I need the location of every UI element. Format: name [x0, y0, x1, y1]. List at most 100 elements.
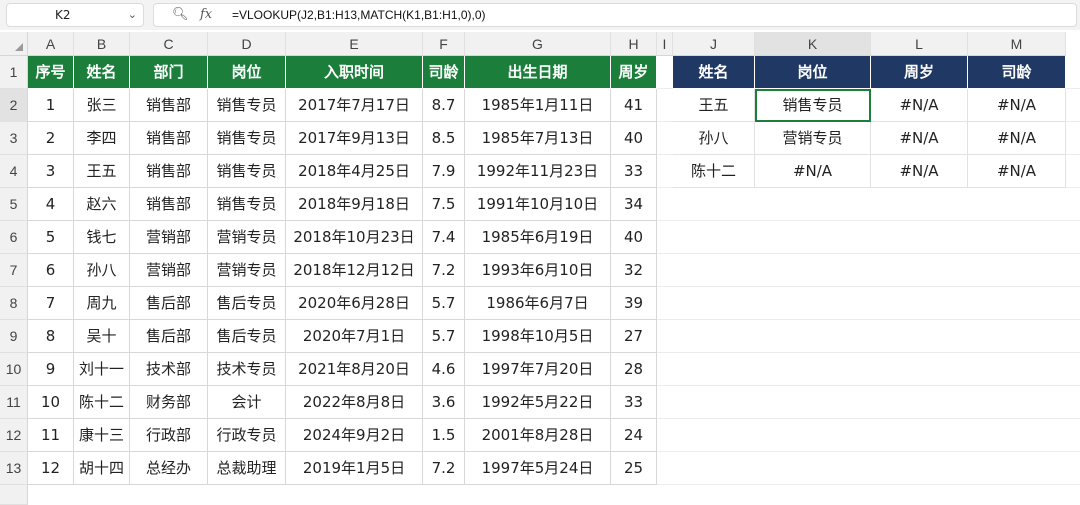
table-cell[interactable]: 张三: [74, 89, 130, 122]
table-cell[interactable]: 28: [611, 353, 657, 386]
lookup-cell[interactable]: 陈十二: [673, 155, 755, 188]
table-cell[interactable]: 营销专员: [208, 254, 286, 287]
table-cell[interactable]: 赵六: [74, 188, 130, 221]
lookup-cell[interactable]: #N/A: [871, 122, 968, 155]
table-cell[interactable]: 7.4: [423, 221, 465, 254]
table-cell[interactable]: 销售专员: [208, 155, 286, 188]
table-cell[interactable]: 9: [28, 353, 74, 386]
table-cell[interactable]: 41: [611, 89, 657, 122]
lookup-cell[interactable]: #N/A: [968, 155, 1066, 188]
table-cell[interactable]: 销售部: [130, 89, 208, 122]
table-cell[interactable]: 40: [611, 221, 657, 254]
lookup-cell[interactable]: #N/A: [871, 155, 968, 188]
main-table-header[interactable]: 司龄: [423, 56, 465, 89]
table-cell[interactable]: 5.7: [423, 287, 465, 320]
column-header-h[interactable]: H: [611, 32, 657, 56]
column-header-m[interactable]: M: [968, 32, 1066, 56]
row-header-1[interactable]: 1: [0, 56, 28, 89]
table-cell[interactable]: 8.7: [423, 89, 465, 122]
column-header-l[interactable]: L: [871, 32, 968, 56]
table-cell[interactable]: 1997年5月24日: [465, 452, 611, 485]
table-cell[interactable]: 2018年4月25日: [286, 155, 423, 188]
lookup-cell[interactable]: #N/A: [968, 122, 1066, 155]
row-header-10[interactable]: 10: [0, 353, 28, 386]
main-table-header[interactable]: 序号: [28, 56, 74, 89]
table-cell[interactable]: 营销专员: [208, 221, 286, 254]
column-header-c[interactable]: C: [130, 32, 208, 56]
table-cell[interactable]: 12: [28, 452, 74, 485]
lookup-cell[interactable]: 营销专员: [755, 122, 871, 155]
table-cell[interactable]: 售后专员: [208, 320, 286, 353]
table-cell[interactable]: 32: [611, 254, 657, 287]
table-cell[interactable]: 2020年6月28日: [286, 287, 423, 320]
row-header-4[interactable]: 4: [0, 155, 28, 188]
table-cell[interactable]: 25: [611, 452, 657, 485]
table-cell[interactable]: 7.9: [423, 155, 465, 188]
table-cell[interactable]: 2017年7月17日: [286, 89, 423, 122]
table-cell[interactable]: 5: [28, 221, 74, 254]
formula-input[interactable]: 🔍︎ fx =VLOOKUP(J2,B1:H13,MATCH(K1,B1:H1,…: [153, 3, 1077, 27]
main-table-header[interactable]: 周岁: [611, 56, 657, 89]
table-cell[interactable]: 4: [28, 188, 74, 221]
main-table-header[interactable]: 岗位: [208, 56, 286, 89]
row-header-12[interactable]: 12: [0, 419, 28, 452]
table-cell[interactable]: 2018年10月23日: [286, 221, 423, 254]
table-cell[interactable]: 39: [611, 287, 657, 320]
table-cell[interactable]: 2021年8月20日: [286, 353, 423, 386]
table-cell[interactable]: 11: [28, 419, 74, 452]
column-header-a[interactable]: A: [28, 32, 74, 56]
table-cell[interactable]: 4.6: [423, 353, 465, 386]
lookup-cell[interactable]: #N/A: [871, 89, 968, 122]
table-cell[interactable]: 技术专员: [208, 353, 286, 386]
row-header-2[interactable]: 2: [0, 89, 28, 122]
main-table-header[interactable]: 入职时间: [286, 56, 423, 89]
column-header-j[interactable]: J: [673, 32, 755, 56]
lookup-cell[interactable]: 孙八: [673, 122, 755, 155]
table-cell[interactable]: 8.5: [423, 122, 465, 155]
table-cell[interactable]: 康十三: [74, 419, 130, 452]
lookup-table-header[interactable]: 司龄: [968, 56, 1066, 89]
table-cell[interactable]: 销售专员: [208, 188, 286, 221]
main-table-header[interactable]: 姓名: [74, 56, 130, 89]
table-cell[interactable]: 售后部: [130, 320, 208, 353]
table-cell[interactable]: 总裁助理: [208, 452, 286, 485]
table-cell[interactable]: 孙八: [74, 254, 130, 287]
column-header-f[interactable]: F: [423, 32, 465, 56]
zoom-icon[interactable]: 🔍︎: [172, 4, 189, 26]
table-cell[interactable]: 1992年5月22日: [465, 386, 611, 419]
table-cell[interactable]: 1998年10月5日: [465, 320, 611, 353]
table-cell[interactable]: 销售部: [130, 188, 208, 221]
table-cell[interactable]: 6: [28, 254, 74, 287]
table-cell[interactable]: 24: [611, 419, 657, 452]
table-cell[interactable]: 1985年6月19日: [465, 221, 611, 254]
row-header-11[interactable]: 11: [0, 386, 28, 419]
row-header-5[interactable]: 5: [0, 188, 28, 221]
column-header-g[interactable]: G: [465, 32, 611, 56]
lookup-cell[interactable]: #N/A: [968, 89, 1066, 122]
table-cell[interactable]: 2019年1月5日: [286, 452, 423, 485]
table-cell[interactable]: 2024年9月2日: [286, 419, 423, 452]
column-header-d[interactable]: D: [208, 32, 286, 56]
table-cell[interactable]: 刘十一: [74, 353, 130, 386]
table-cell[interactable]: 行政专员: [208, 419, 286, 452]
table-cell[interactable]: 5.7: [423, 320, 465, 353]
column-header-b[interactable]: B: [74, 32, 130, 56]
table-cell[interactable]: 行政部: [130, 419, 208, 452]
row-header-8[interactable]: 8: [0, 287, 28, 320]
table-cell[interactable]: 销售部: [130, 122, 208, 155]
select-all-corner[interactable]: [0, 32, 28, 56]
lookup-table-header[interactable]: 岗位: [755, 56, 871, 89]
table-cell[interactable]: 1992年11月23日: [465, 155, 611, 188]
formula-text[interactable]: =VLOOKUP(J2,B1:H13,MATCH(K1,B1:H1,0),0): [232, 4, 486, 26]
table-cell[interactable]: 7.2: [423, 254, 465, 287]
table-cell[interactable]: 王五: [74, 155, 130, 188]
row-header-9[interactable]: 9: [0, 320, 28, 353]
table-cell[interactable]: 2017年9月13日: [286, 122, 423, 155]
table-cell[interactable]: 营销部: [130, 254, 208, 287]
table-cell[interactable]: 3: [28, 155, 74, 188]
row-header-6[interactable]: 6: [0, 221, 28, 254]
table-cell[interactable]: 1986年6月7日: [465, 287, 611, 320]
table-cell[interactable]: 胡十四: [74, 452, 130, 485]
lookup-cell[interactable]: 王五: [673, 89, 755, 122]
table-cell[interactable]: 吴十: [74, 320, 130, 353]
